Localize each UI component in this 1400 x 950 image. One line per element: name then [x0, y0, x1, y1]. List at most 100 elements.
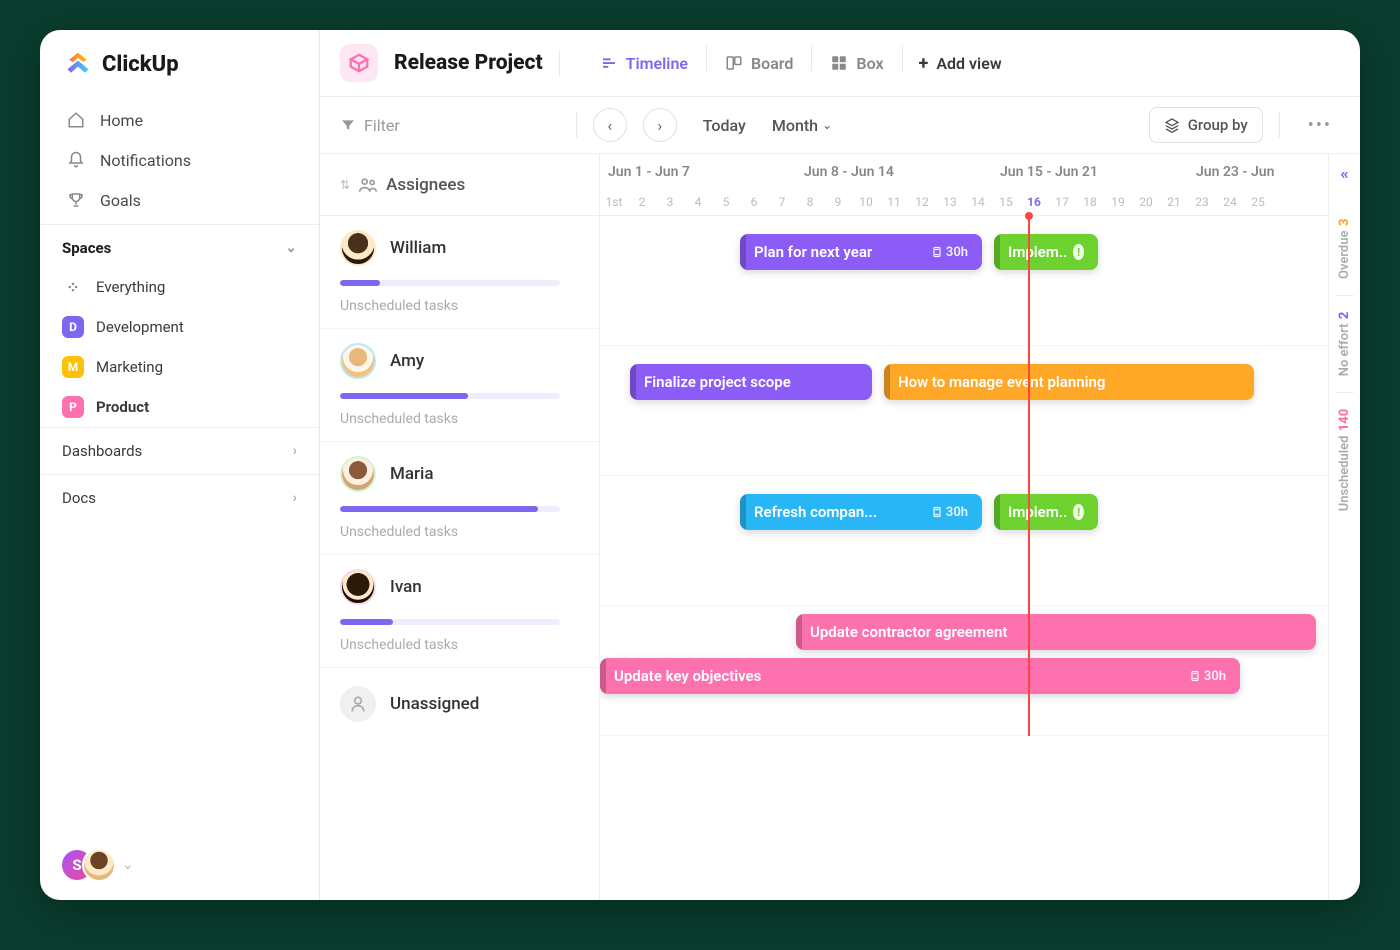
space-item-development[interactable]: DDevelopment: [40, 307, 319, 347]
progress-bar: [340, 280, 560, 286]
collapse-panel-button[interactable]: «: [1340, 164, 1348, 183]
unscheduled-tasks-label[interactable]: Unscheduled tasks: [340, 637, 579, 653]
box-icon: [830, 54, 848, 72]
user-avatars[interactable]: S: [60, 848, 116, 882]
space-label: Development: [96, 318, 184, 336]
unscheduled-tasks-label[interactable]: Unscheduled tasks: [340, 524, 579, 540]
task-hours: 30h: [931, 245, 968, 260]
task-label: Finalize project scope: [644, 373, 791, 391]
timeline-left-column: ⇅ Assignees William Unscheduled tasks Am…: [320, 154, 600, 900]
divider: [1279, 112, 1280, 138]
task-bar[interactable]: Refresh compan...30h: [740, 494, 982, 530]
view-board[interactable]: Board: [711, 45, 807, 82]
day-label: 15: [992, 195, 1020, 209]
day-label: 20: [1132, 195, 1160, 209]
view-tabs: Timeline Board Box + Add view: [586, 45, 1014, 82]
more-button[interactable]: •••: [1300, 115, 1340, 136]
alert-icon: !: [1073, 504, 1084, 520]
filter-label: Filter: [364, 116, 400, 135]
spaces-list: DDevelopmentMMarketing P Product: [40, 307, 319, 427]
view-timeline[interactable]: Timeline: [586, 45, 702, 82]
project-icon[interactable]: [340, 44, 378, 82]
group-by-button[interactable]: Group by: [1149, 107, 1263, 143]
space-item-product[interactable]: P Product: [40, 387, 319, 427]
date-header: Jun 1 - Jun 7Jun 8 - Jun 14Jun 15 - Jun …: [600, 154, 1360, 216]
layers-icon: [1164, 117, 1180, 133]
month-select[interactable]: Month ⌄: [772, 116, 832, 135]
task-label: How to manage event planning: [898, 373, 1105, 391]
stat-overdue-count: 3: [1337, 219, 1352, 227]
unassigned-row[interactable]: Unassigned: [320, 668, 599, 740]
space-item-marketing[interactable]: MMarketing: [40, 347, 319, 387]
board-icon: [725, 54, 743, 72]
assignee-row[interactable]: Amy Unscheduled tasks: [320, 329, 599, 442]
task-bar[interactable]: Plan for next year30h: [740, 234, 982, 270]
chevron-right-icon: ›: [293, 443, 297, 459]
assignee-row[interactable]: Ivan Unscheduled tasks: [320, 555, 599, 668]
dashboards-label: Dashboards: [62, 442, 142, 460]
task-bar[interactable]: How to manage event planning: [884, 364, 1254, 400]
logo[interactable]: ClickUp: [40, 30, 319, 96]
spaces-header[interactable]: Spaces ⌄: [40, 224, 319, 267]
nav-goals[interactable]: Goals: [50, 180, 309, 220]
task-bar[interactable]: Update key objectives30h: [600, 658, 1240, 694]
everything-icon: ⁘: [62, 276, 84, 298]
header: Release Project Timeline Board Box: [320, 30, 1360, 97]
chevron-down-icon[interactable]: ⌄: [122, 857, 134, 873]
nav-notifications[interactable]: Notifications: [50, 140, 309, 180]
day-label: 8: [796, 195, 824, 209]
chevron-right-icon: ›: [293, 490, 297, 506]
assignee-row[interactable]: William Unscheduled tasks: [320, 216, 599, 329]
docs-section[interactable]: Docs ›: [40, 474, 319, 521]
spaces-header-label: Spaces: [62, 239, 111, 257]
view-box[interactable]: Box: [816, 45, 897, 82]
task-bar[interactable]: Implem..!: [994, 234, 1098, 270]
gantt-row: Plan for next year30h Implem..!: [600, 216, 1360, 346]
group-by-label: Group by: [1188, 116, 1248, 134]
stat-noeffort-count: 2: [1337, 312, 1352, 320]
unscheduled-tasks-label[interactable]: Unscheduled tasks: [340, 298, 579, 314]
stat-unscheduled[interactable]: Unscheduled 140: [1337, 393, 1352, 527]
stat-overdue[interactable]: Overdue 3: [1337, 203, 1352, 295]
avatar: [340, 569, 376, 605]
nav-home[interactable]: Home: [50, 100, 309, 140]
assignees-header[interactable]: ⇅ Assignees: [320, 154, 599, 216]
space-label: Product: [96, 398, 149, 416]
divider: [559, 50, 560, 76]
task-bar[interactable]: Update contractor agreement: [796, 614, 1316, 650]
week-label: Jun 8 - Jun 14: [796, 154, 992, 188]
today-line: [1028, 216, 1030, 736]
people-icon: [358, 175, 378, 195]
add-view-button[interactable]: + Add view: [907, 45, 1014, 82]
filter-button[interactable]: Filter: [340, 116, 400, 135]
day-label: 9: [824, 195, 852, 209]
day-label: 21: [1160, 195, 1188, 209]
day-label: 11: [880, 195, 908, 209]
nav-home-label: Home: [100, 111, 143, 130]
unassigned-icon: [340, 686, 376, 722]
task-bar[interactable]: Implem..!: [994, 494, 1098, 530]
next-button[interactable]: ›: [643, 108, 677, 142]
stat-overdue-label: Overdue: [1337, 231, 1352, 280]
task-label: Update key objectives: [614, 667, 761, 685]
stat-unscheduled-label: Unscheduled: [1337, 436, 1352, 512]
gantt-row: Update contractor agreement Update key ob…: [600, 606, 1360, 736]
unscheduled-tasks-label[interactable]: Unscheduled tasks: [340, 411, 579, 427]
task-label: Update contractor agreement: [810, 623, 1007, 641]
timeline-gantt[interactable]: Jun 1 - Jun 7Jun 8 - Jun 14Jun 15 - Jun …: [600, 154, 1360, 900]
day-label: 7: [768, 195, 796, 209]
task-label: Refresh compan...: [754, 503, 877, 521]
view-board-label: Board: [751, 54, 793, 73]
day-label: 10: [852, 195, 880, 209]
task-bar[interactable]: Finalize project scope: [630, 364, 872, 400]
space-badge: M: [62, 356, 84, 378]
day-label: 6: [740, 195, 768, 209]
dashboards-section[interactable]: Dashboards ›: [40, 427, 319, 474]
today-button[interactable]: Today: [693, 116, 756, 135]
space-everything[interactable]: ⁘ Everything: [40, 267, 319, 307]
divider: [811, 45, 812, 71]
stat-noeffort[interactable]: No effort 2: [1337, 296, 1352, 392]
space-badge: P: [62, 396, 84, 418]
assignee-row[interactable]: Maria Unscheduled tasks: [320, 442, 599, 555]
prev-button[interactable]: ‹: [593, 108, 627, 142]
